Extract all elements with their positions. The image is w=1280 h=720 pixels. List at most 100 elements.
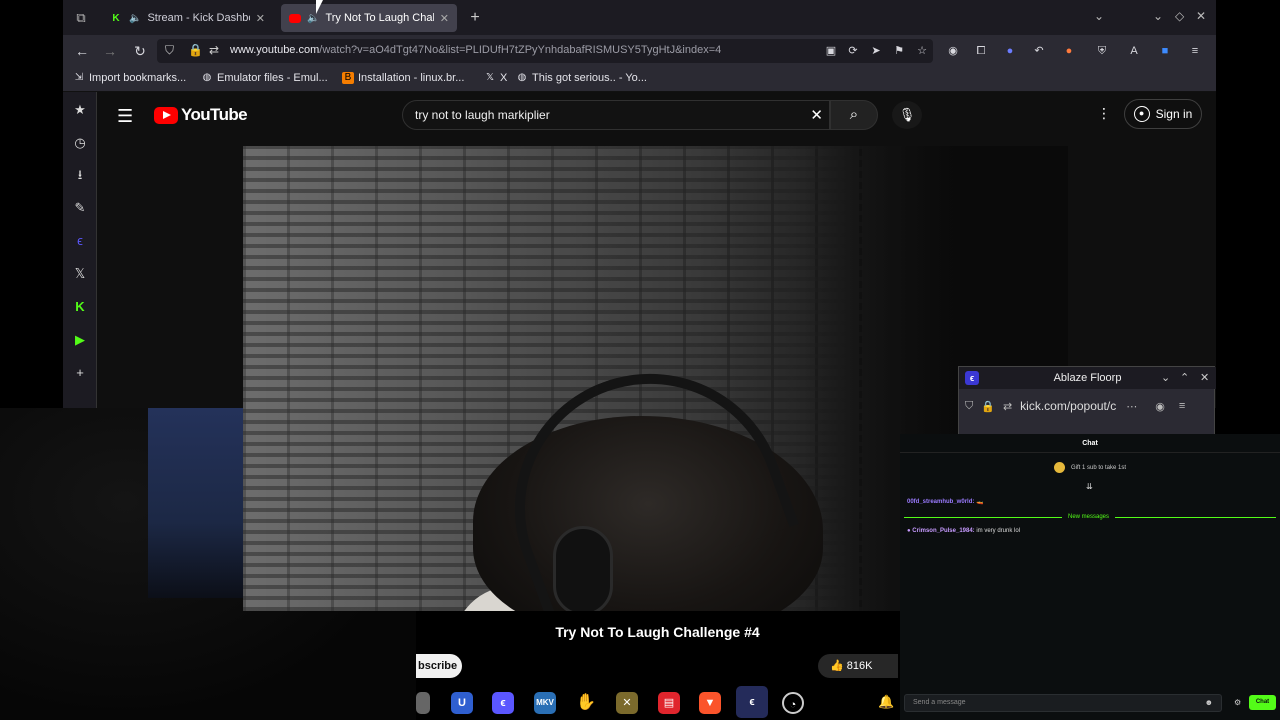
tab-youtube[interactable]: 🔈 Try Not To Laugh Challenge ✕ [281, 4, 457, 32]
reload-icon[interactable]: ↻ [130, 41, 150, 61]
lock-icon[interactable]: 🔒 [188, 43, 203, 57]
new-tab-button[interactable]: + [465, 8, 485, 28]
send-icon[interactable]: ➤ [868, 43, 884, 59]
globe-icon: ◍ [202, 72, 212, 83]
mouse-cursor-icon [316, 0, 323, 14]
maximize-icon[interactable]: ◇ [1175, 9, 1184, 23]
lock-icon[interactable]: 🔒 [981, 400, 995, 413]
firefox-extension-icon[interactable]: ● [1061, 43, 1077, 59]
shield-icon[interactable]: ⛉ [965, 400, 973, 413]
menu-icon[interactable]: ≡ [1179, 400, 1185, 412]
popup-url-bar[interactable]: ⛉ 🔒 ⇄ kick.com/popout/c ⋯ ◉ ≡ [965, 395, 1210, 417]
speaker-icon[interactable]: 🔈 [129, 13, 141, 24]
gear-icon[interactable]: ⚙ [1234, 698, 1241, 707]
picture-in-picture-icon[interactable]: ▣ [823, 43, 839, 59]
send-chat-button[interactable]: Chat [1249, 695, 1276, 710]
red-app-icon[interactable]: ▤ [658, 692, 680, 714]
chat-message-input[interactable]: Send a message ☻ [904, 694, 1222, 712]
x-logo-icon[interactable]: 𝕏 [71, 265, 89, 283]
bookmark-star-icon[interactable]: ☆ [914, 43, 930, 59]
bookmarks-star-icon[interactable]: ★ [71, 101, 89, 119]
close-window-icon[interactable]: ✕ [1196, 9, 1206, 23]
floorp-icon[interactable]: ϵ [71, 232, 89, 250]
bitwarden-icon[interactable]: U [451, 692, 473, 714]
translate-extension-icon[interactable]: A [1126, 43, 1142, 59]
obs-icon[interactable]: ◔ [782, 692, 804, 714]
tab-overview-icon[interactable]: ⧉ [71, 8, 91, 28]
downloads-icon[interactable]: ⭳ [71, 166, 89, 184]
floorp-active-icon[interactable]: ϵ [736, 686, 768, 718]
search-button[interactable]: ⌕ [830, 100, 878, 130]
url-text[interactable]: www.youtube.com/watch?v=aO4dTgt47No&list… [230, 44, 721, 56]
account-icon[interactable]: ◉ [945, 43, 961, 59]
waving-hand-icon[interactable]: ✋ [575, 692, 597, 714]
permissions-icon[interactable]: ⇄ [209, 43, 219, 57]
tab-strip: ⧉ K 🔈 Stream - Kick Dashboard ✕ 🔈 Try No… [63, 0, 1216, 35]
hamburger-menu-icon[interactable]: ☰ [117, 106, 133, 127]
chat-header: Chat [1082, 440, 1098, 447]
thumbs-up-icon: 👍 [830, 660, 844, 672]
emoji-icon[interactable]: ☻ [1205, 698, 1213, 707]
sign-in-button[interactable]: ● Sign in [1124, 99, 1202, 129]
bookmark-x[interactable]: 𝕏X [484, 72, 507, 84]
close-tab-icon[interactable]: ✕ [256, 12, 265, 25]
account-icon[interactable]: ◉ [1155, 400, 1165, 413]
globe-icon: ◍ [517, 72, 527, 83]
chevron-down-icon[interactable]: ⌄ [1161, 371, 1170, 384]
rumble-icon[interactable]: ▶ [71, 331, 89, 349]
app-icon[interactable] [416, 692, 430, 714]
url-bar[interactable]: ⛉ 🔒 ⇄ www.youtube.com/watch?v=aO4dTgt47N… [157, 39, 933, 63]
taskbar: U ϵ MKV ✋ ✕ ▤ ▼ ϵ ◔ [416, 684, 900, 720]
floorp-popup-window: ϵ Ablaze Floorp ⌄ ⌃ ✕ ⛉ 🔒 ⇄ kick.com/pop… [958, 366, 1216, 436]
clear-search-icon[interactable]: ✕ [810, 106, 823, 124]
search-input[interactable]: try not to laugh markiplier ✕ [402, 100, 830, 130]
floorp-icon[interactable]: ϵ [492, 692, 514, 714]
add-panel-icon[interactable]: + [71, 364, 89, 382]
vpn-extension-icon[interactable]: ● [1002, 43, 1018, 59]
menu-icon[interactable]: ≡ [1187, 43, 1203, 59]
mkv-icon[interactable]: MKV [534, 692, 556, 714]
tab-kick-dashboard[interactable]: K 🔈 Stream - Kick Dashboard ✕ [101, 4, 273, 32]
extensions-icon[interactable]: ⧠ [973, 43, 989, 59]
youtube-play-icon [154, 106, 178, 124]
chevron-up-icon[interactable]: ⌃ [1180, 371, 1189, 384]
browser-sidebar: ★ ◷ ⭳ ✎ ϵ 𝕏 K ▶ + [63, 92, 97, 408]
shield-icon[interactable]: ⛉ [165, 43, 174, 58]
notes-pencil-icon[interactable]: ✎ [71, 199, 89, 217]
pinned-toggle-icon[interactable]: ⇊ [1086, 482, 1093, 491]
notification-bell-icon[interactable]: 🔔 [878, 694, 894, 710]
voice-search-button[interactable]: 🎙 [892, 101, 922, 129]
bookmark-import[interactable]: ⇲ Import bookmarks... [73, 72, 186, 84]
speaker-icon[interactable]: 🔈 [307, 13, 319, 24]
youtube-logo[interactable]: YouTube [154, 105, 248, 125]
permissions-icon[interactable]: ⇄ [1003, 400, 1012, 413]
undo-icon[interactable]: ↶ [1031, 43, 1047, 59]
close-icon[interactable]: ✕ [1200, 371, 1209, 384]
more-icon[interactable]: ⋯ [1126, 400, 1137, 413]
list-tabs-icon[interactable]: ⌄ [1094, 9, 1104, 23]
subscribe-button[interactable]: bscribe [416, 654, 462, 678]
video-title: Try Not To Laugh Challenge #4 [416, 611, 899, 651]
desktop: ⧉ K 🔈 Stream - Kick Dashboard ✕ 🔈 Try No… [0, 0, 1280, 720]
close-tab-icon[interactable]: ✕ [440, 12, 449, 25]
forward-icon[interactable]: → [100, 41, 120, 61]
gift-sub-banner[interactable]: Gift 1 sub to take 1st [1054, 462, 1126, 473]
like-button[interactable]: 👍 816K [818, 654, 898, 678]
bookmark-youtube-video[interactable]: ◍ This got serious.. - Yo... [516, 72, 647, 84]
back-icon[interactable]: ← [72, 41, 92, 61]
microphone-icon: 🎙 [898, 107, 916, 122]
translate-icon[interactable]: ⟳ [845, 43, 861, 59]
flag-icon[interactable]: ⚑ [891, 43, 907, 59]
kick-logo-icon[interactable]: K [71, 298, 89, 316]
emulator-icon[interactable]: ✕ [616, 692, 638, 714]
search-icon: ⌕ [849, 106, 859, 123]
ublock-icon[interactable]: ⛨ [1094, 43, 1110, 59]
blue-extension-icon[interactable]: ■ [1157, 43, 1173, 59]
bookmark-installation[interactable]: B Installation - linux.br... [342, 72, 464, 84]
brave-icon[interactable]: ▼ [699, 692, 721, 714]
history-icon[interactable]: ◷ [71, 134, 89, 152]
bookmark-emulator[interactable]: ◍ Emulator files - Emul... [201, 72, 328, 84]
more-options-icon[interactable]: ⋮ [1097, 105, 1111, 122]
x-logo-icon: 𝕏 [485, 72, 495, 83]
minimize-icon[interactable]: ⌄ [1153, 9, 1163, 23]
